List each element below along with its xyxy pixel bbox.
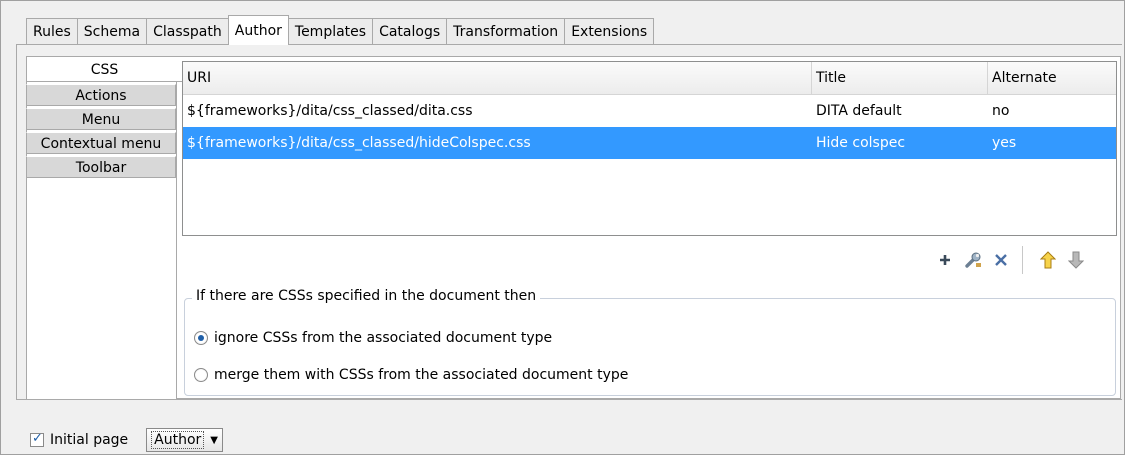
tab-catalogs[interactable]: Catalogs xyxy=(372,18,448,44)
cell-title: DITA default xyxy=(816,103,902,119)
chevron-down-icon: ▼ xyxy=(210,434,218,446)
cell-uri: ${frameworks}/dita/css_classed/dita.css xyxy=(187,103,473,119)
radio-merge-css[interactable]: merge them with CSSs from the associated… xyxy=(194,367,628,383)
radio-ignore-css[interactable]: ignore CSSs from the associated document… xyxy=(194,330,552,346)
add-icon[interactable] xyxy=(934,249,956,271)
side-tabs: CSS Actions Menu Contextual menu Toolbar xyxy=(26,56,182,180)
edit-wrench-icon[interactable] xyxy=(962,249,984,271)
tab-rules[interactable]: Rules xyxy=(26,18,78,44)
delete-icon[interactable] xyxy=(990,249,1012,271)
tab-transformation[interactable]: Transformation xyxy=(446,18,566,44)
cell-alternate: no xyxy=(992,103,1010,119)
table-toolbar xyxy=(928,246,1087,274)
table-header: URI Title Alternate xyxy=(183,62,1116,95)
side-tab-css[interactable]: CSS xyxy=(26,56,182,82)
group-legend: If there are CSSs specified in the docum… xyxy=(192,288,541,304)
move-up-icon[interactable] xyxy=(1037,249,1059,271)
main-tabs: Rules Schema Classpath Author Templates … xyxy=(26,15,655,45)
initial-page-label: Initial page xyxy=(50,432,129,448)
radio-label: merge them with CSSs from the associated… xyxy=(214,367,629,383)
tab-extensions[interactable]: Extensions xyxy=(564,18,655,44)
cell-title: Hide colspec xyxy=(816,135,906,151)
table-row-selected[interactable]: ${frameworks}/dita/css_classed/hideColsp… xyxy=(183,127,1116,159)
tab-author[interactable]: Author xyxy=(227,15,289,45)
cell-alternate: yes xyxy=(992,135,1017,151)
radio-label: ignore CSSs from the associated document… xyxy=(214,330,553,346)
table-row[interactable]: ${frameworks}/dita/css_classed/dita.css … xyxy=(183,95,1116,127)
side-tab-actions[interactable]: Actions xyxy=(26,84,176,106)
tab-schema[interactable]: Schema xyxy=(76,18,148,44)
side-tab-toolbar[interactable]: Toolbar xyxy=(26,156,176,178)
side-tab-menu[interactable]: Menu xyxy=(26,108,176,130)
initial-page-checkbox[interactable] xyxy=(30,431,44,447)
cell-uri: ${frameworks}/dita/css_classed/hideColsp… xyxy=(187,135,531,151)
initial-page-combo[interactable]: Author ▼ xyxy=(146,428,223,452)
combo-value: Author xyxy=(151,431,205,449)
tab-templates[interactable]: Templates xyxy=(287,18,374,44)
column-header-title[interactable]: Title xyxy=(812,62,988,94)
bottom-bar: Initial page Author ▼ xyxy=(30,428,223,452)
css-table: URI Title Alternate ${frameworks}/dita/c… xyxy=(182,61,1117,236)
toolbar-separator xyxy=(1022,246,1023,274)
side-tab-contextual-menu[interactable]: Contextual menu xyxy=(26,132,176,154)
move-down-icon[interactable] xyxy=(1065,249,1087,271)
column-header-uri[interactable]: URI xyxy=(183,62,812,94)
column-header-alternate[interactable]: Alternate xyxy=(988,62,1116,94)
radio-button[interactable] xyxy=(194,368,208,382)
radio-button-selected[interactable] xyxy=(194,331,208,345)
tab-classpath[interactable]: Classpath xyxy=(146,18,229,44)
